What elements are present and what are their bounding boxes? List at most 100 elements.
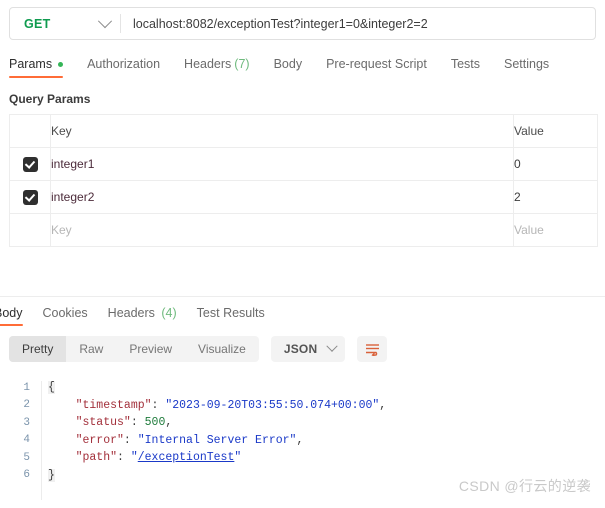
response-tab-headers[interactable]: Headers (4) xyxy=(108,306,177,326)
row-enabled-checkbox[interactable] xyxy=(22,189,38,205)
request-tab-label: Authorization xyxy=(87,57,161,71)
request-tab-settings[interactable]: Settings xyxy=(504,57,549,78)
request-tab-tests[interactable]: Tests xyxy=(451,57,480,78)
row-checkbox-cell xyxy=(9,213,51,247)
request-tab-authorization[interactable]: Authorization xyxy=(87,57,160,78)
token-punct: : xyxy=(117,451,131,465)
param-value-cell[interactable]: Value xyxy=(513,213,598,247)
code-line: 5 "path": "/exceptionTest" xyxy=(0,449,605,467)
response-tab-label: Cookies xyxy=(42,306,88,320)
table-header-row: Key Value xyxy=(9,114,598,148)
param-key-cell[interactable]: Key xyxy=(50,213,514,247)
token-punct: , xyxy=(296,433,304,447)
response-tab-bar: Body Cookies Headers (4) Test Results xyxy=(0,302,285,326)
request-tab-body[interactable]: Body xyxy=(274,57,303,78)
line-number: 2 xyxy=(23,399,30,412)
token-key: "status" xyxy=(48,416,131,430)
response-tab-count: (4) xyxy=(157,306,177,320)
token-num: 500 xyxy=(144,416,166,430)
response-format-label: JSON xyxy=(283,342,318,356)
code-line: 3 "status": 500, xyxy=(0,414,605,432)
request-tab-label: Pre-request Script xyxy=(326,57,427,71)
token-key: "timestamp" xyxy=(48,398,152,412)
view-mode-group: Pretty Raw Preview Visualize xyxy=(9,336,259,362)
query-params-title: Query Params xyxy=(9,92,91,106)
url-input[interactable]: localhost:8082/exceptionTest?integer1=0&… xyxy=(121,8,595,39)
line-content: "timestamp": "2023-09-20T03:55:50.074+00… xyxy=(39,398,387,412)
header-cell-value: Value xyxy=(513,114,598,148)
query-params-table: Key Value integer1 0 integer2 2 Key Value xyxy=(9,114,598,247)
line-content: "error": "Internal Server Error", xyxy=(39,433,304,447)
line-number: 4 xyxy=(23,434,30,447)
word-wrap-icon xyxy=(365,343,379,356)
token-punct: , xyxy=(379,398,387,412)
param-value-cell[interactable]: 2 xyxy=(513,180,598,214)
http-method-label: GET xyxy=(24,16,51,31)
code-line: 4 "error": "Internal Server Error", xyxy=(0,432,605,450)
row-checkbox-cell xyxy=(9,147,51,181)
response-tab-cookies[interactable]: Cookies xyxy=(43,306,88,326)
line-number: 1 xyxy=(23,381,30,394)
checkbox-wrap xyxy=(10,181,50,213)
view-mode-raw[interactable]: Raw xyxy=(66,336,116,362)
table-row: integer2 2 xyxy=(9,180,598,214)
code-gutter-divider xyxy=(41,381,42,500)
response-tab-label: Body xyxy=(0,306,23,320)
param-key-cell[interactable]: integer1 xyxy=(50,147,514,181)
line-number: 3 xyxy=(23,416,30,429)
table-row: Key Value xyxy=(9,213,598,247)
checkbox-wrap xyxy=(10,148,50,180)
token-str: " xyxy=(130,451,138,465)
header-cell-key: Key xyxy=(50,114,514,148)
http-method-select[interactable]: GET xyxy=(10,8,120,39)
line-number: 5 xyxy=(23,451,30,464)
request-tab-bar: Params Authorization Headers (7) Body Pre-req… xyxy=(9,52,605,78)
token-brace: { xyxy=(48,381,55,395)
request-tab-count: (7) xyxy=(234,57,250,71)
token-punct: : xyxy=(130,416,145,430)
token-link[interactable]: /exceptionTest xyxy=(138,451,235,464)
view-mode-preview[interactable]: Preview xyxy=(116,336,185,362)
request-tab-label: Params xyxy=(9,57,53,71)
request-url-bar: GET localhost:8082/exceptionTest?integer… xyxy=(9,7,596,40)
response-tab-test-results[interactable]: Test Results xyxy=(197,306,265,326)
token-str: " xyxy=(234,451,242,465)
word-wrap-button[interactable] xyxy=(357,336,388,362)
param-key-cell[interactable]: integer2 xyxy=(50,180,514,214)
token-punct: : xyxy=(151,398,166,412)
view-mode-visualize[interactable]: Visualize xyxy=(185,336,259,362)
response-view-toolbar: Pretty Raw Preview Visualize JSON xyxy=(9,336,388,362)
line-content: "status": 500, xyxy=(39,416,173,430)
row-enabled-checkbox[interactable] xyxy=(22,156,38,172)
line-content: "path": "/exceptionTest" xyxy=(39,451,242,465)
request-tab-headers[interactable]: Headers (7) xyxy=(184,57,250,78)
response-tab-label: Test Results xyxy=(196,306,265,320)
view-mode-pretty[interactable]: Pretty xyxy=(9,336,67,362)
token-key: "path" xyxy=(48,451,118,465)
line-number: 6 xyxy=(23,469,30,482)
chevron-down-icon xyxy=(326,340,339,352)
request-tab-pre-request-script[interactable]: Pre-request Script xyxy=(326,57,427,78)
request-tab-label: Headers xyxy=(184,57,232,71)
request-tab-label: Tests xyxy=(450,57,480,71)
param-value-cell[interactable]: 0 xyxy=(513,147,598,181)
request-tab-params[interactable]: Params xyxy=(9,57,64,78)
code-line: 1{ xyxy=(0,379,605,397)
token-brace: } xyxy=(48,468,55,482)
token-punct: : xyxy=(123,433,138,447)
chevron-down-icon xyxy=(97,13,113,28)
table-row: integer1 0 xyxy=(9,147,598,181)
row-checkbox-cell xyxy=(9,180,51,214)
code-line: 2 "timestamp": "2023-09-20T03:55:50.074+… xyxy=(0,397,605,415)
token-str: "2023-09-20T03:55:50.074+00:00" xyxy=(165,398,380,412)
header-cell-checkbox xyxy=(9,114,51,148)
response-pane-divider xyxy=(0,296,605,297)
request-tab-label: Settings xyxy=(504,57,550,71)
response-tab-body[interactable]: Body xyxy=(0,306,23,326)
watermark-text: CSDN @行云的逆袭 xyxy=(458,478,591,494)
token-key: "error" xyxy=(48,433,124,447)
token-punct: , xyxy=(165,416,173,430)
response-tab-label: Headers xyxy=(107,306,155,320)
token-str: "Internal Server Error" xyxy=(137,433,297,447)
response-format-select[interactable]: JSON xyxy=(270,336,346,362)
